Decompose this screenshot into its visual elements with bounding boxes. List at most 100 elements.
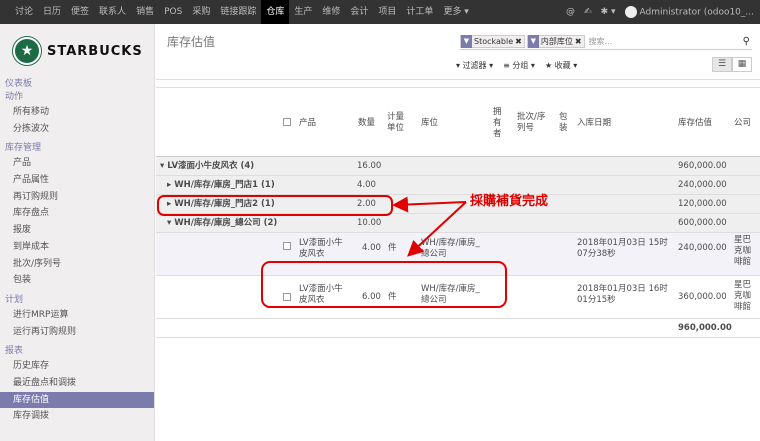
sidebar: ★ STARBUCKS 仪表板 动作 所有移动 分拣波次 库存管理 产品 产品属… (0, 24, 155, 441)
menu-contacts[interactable]: 联系人 (94, 0, 131, 24)
control-panel: 库存估值 ▼ Stockable ✖ ▼ 内部库位 ✖ 搜索... ⚲ ▾ 过滤… (156, 24, 760, 80)
search-input[interactable]: 搜索... (587, 36, 743, 47)
row-in-date: 2018年01月03日 15时 07分38秒 (577, 238, 668, 259)
sidebar-item-scrap[interactable]: 报废 (0, 222, 154, 239)
sidebar-item-product-attributes[interactable]: 产品属性 (0, 172, 154, 189)
group-row-headquarters[interactable]: ▾ WH/库存/庫房_總公司 (2) 10.00 600,000.00 (156, 214, 760, 233)
sidebar-item-stock-history[interactable]: 历史库存 (0, 358, 154, 375)
menu-repair[interactable]: 维修 (317, 0, 345, 24)
sidebar-item-all-moves[interactable]: 所有移动 (0, 104, 154, 121)
list-view-icon[interactable]: ☰ (712, 57, 732, 72)
user-menu[interactable]: Administrator (odoo10_... (624, 6, 755, 18)
group-label: ▸ WH/库存/庫房_門店2 (1) (167, 199, 275, 209)
search-facet-internal-location[interactable]: ▼ 内部库位 ✖ (526, 34, 585, 48)
sidebar-item-lots-serials[interactable]: 批次/序列号 (0, 256, 154, 273)
select-all-checkbox[interactable] (283, 118, 291, 126)
sidebar-item-reorder-rules[interactable]: 再订购规则 (0, 189, 154, 206)
group-by-button[interactable]: ≡ 分组 ▾ (503, 60, 535, 71)
menu-manufacturing[interactable]: 生产 (289, 0, 317, 24)
search-icon[interactable]: ⚲ (743, 36, 752, 47)
menu-discuss[interactable]: 讨论 (10, 0, 38, 24)
main-content: 库存估值 ▼ Stockable ✖ ▼ 内部库位 ✖ 搜索... ⚲ ▾ 过滤… (156, 24, 760, 441)
sidebar-item-run-reorder[interactable]: 运行再订购规则 (0, 324, 154, 341)
col-company[interactable]: 公司 (734, 118, 751, 129)
favorites-button[interactable]: ★ 收藏 ▾ (545, 60, 577, 71)
row-value: 360,000.00 (678, 292, 727, 302)
top-navbar: 讨论 日历 便签 联系人 销售 POS 采购 链接跟踪 仓库 生产 维修 会计 … (0, 0, 760, 24)
col-value[interactable]: 库存估值 (678, 118, 712, 129)
row-location: WH/库存/庫房_ 總公司 (421, 284, 480, 305)
group-row-store2[interactable]: ▸ WH/库存/庫房_門店2 (1) 2.00 120,000.00 (156, 195, 760, 214)
group-row-product[interactable]: ▾ LV漆面小牛皮风衣 (4) 16.00 960,000.00 (156, 157, 760, 176)
menu-pos[interactable]: POS (159, 0, 187, 24)
group-qty: 10.00 (357, 218, 382, 228)
sidebar-section-actions: 动作 (5, 92, 24, 102)
remove-facet-icon[interactable]: ✖ (575, 37, 584, 46)
row-product: LV漆面小牛 皮风衣 (299, 238, 343, 259)
chat-icon[interactable]: ✍ (584, 7, 592, 17)
menu-notes[interactable]: 便签 (66, 0, 94, 24)
group-value: 120,000.00 (678, 199, 727, 209)
group-qty: 16.00 (357, 161, 382, 171)
menu-project[interactable]: 项目 (373, 0, 401, 24)
view-switcher: ☰ ▦ (712, 57, 752, 72)
sidebar-item-stock-moves[interactable]: 库存调拨 (0, 408, 154, 425)
col-in-date[interactable]: 入库日期 (577, 118, 611, 129)
sidebar-item-picking-waves[interactable]: 分拣波次 (0, 121, 154, 138)
filters-button[interactable]: ▾ 过滤器 ▾ (456, 60, 493, 71)
search-options: ▾ 过滤器 ▾ ≡ 分组 ▾ ★ 收藏 ▾ (456, 60, 587, 71)
search-facet-stockable[interactable]: ▼ Stockable ✖ (460, 34, 525, 48)
row-company: 星巴 克咖 啡館 (734, 235, 752, 267)
col-product[interactable]: 产品 (299, 118, 316, 129)
pivot-view-icon[interactable]: ▦ (732, 57, 752, 72)
col-location[interactable]: 库位 (421, 118, 438, 129)
group-qty: 4.00 (357, 180, 376, 190)
sidebar-item-landed-costs[interactable]: 到岸成本 (0, 239, 154, 256)
row-qty: 4.00 (362, 243, 381, 253)
table-row[interactable]: LV漆面小牛 皮风衣 6.00 件 WH/库存/庫房_ 總公司 2018年01月… (156, 276, 760, 319)
row-uom: 件 (388, 292, 397, 302)
group-qty: 2.00 (357, 199, 376, 209)
sidebar-item-stock-valuation[interactable]: 库存估值 (0, 391, 154, 409)
row-checkbox[interactable] (283, 293, 291, 301)
search-bar[interactable]: ▼ Stockable ✖ ▼ 内部库位 ✖ 搜索... ⚲ (460, 33, 752, 50)
col-owner[interactable]: 拥 有 者 (493, 107, 502, 140)
group-value: 960,000.00 (678, 161, 727, 171)
row-company: 星巴 克咖 啡館 (734, 280, 752, 312)
table-row[interactable]: LV漆面小牛 皮风衣 4.00 件 WH/库存/庫房_ 總公司 2018年01月… (156, 233, 760, 276)
row-checkbox[interactable] (283, 242, 291, 250)
menu-inventory[interactable]: 仓库 (261, 0, 290, 24)
menu-timesheet[interactable]: 计工单 (401, 0, 438, 24)
group-row-store1[interactable]: ▸ WH/库存/庫房_門店1 (1) 4.00 240,000.00 (156, 176, 760, 195)
col-lot[interactable]: 批次/序 列号 (517, 112, 545, 134)
menu-sales[interactable]: 销售 (131, 0, 159, 24)
menu-more[interactable]: 更多 ▾ (438, 0, 473, 24)
filter-icon: ▼ (461, 34, 472, 48)
group-value: 600,000.00 (678, 218, 727, 228)
starbucks-siren-icon: ★ (13, 37, 41, 65)
app-menu: 讨论 日历 便签 联系人 销售 POS 采购 链接跟踪 仓库 生产 维修 会计 … (0, 0, 474, 24)
at-icon[interactable]: @ (566, 7, 575, 17)
sidebar-item-products[interactable]: 产品 (0, 155, 154, 172)
menu-calendar[interactable]: 日历 (38, 0, 66, 24)
menu-accounting[interactable]: 会计 (345, 0, 373, 24)
menu-purchase[interactable]: 采购 (187, 0, 215, 24)
bug-icon[interactable]: ✱ ▾ (601, 7, 616, 17)
brand-name: STARBUCKS (47, 43, 143, 59)
row-location: WH/库存/庫房_ 總公司 (421, 238, 480, 259)
col-uom[interactable]: 计量 单位 (387, 112, 404, 134)
valuation-table: 产品 数量 计量 单位 库位 拥 有 者 批次/序 列号 包 装 入库日期 库存… (156, 87, 760, 338)
sidebar-section-dashboard[interactable]: 仪表板 (0, 78, 154, 91)
sidebar-item-inventory-adjustments[interactable]: 库存盘点 (0, 205, 154, 222)
group-label: ▾ LV漆面小牛皮风衣 (4) (160, 161, 255, 171)
col-package[interactable]: 包 装 (559, 112, 568, 134)
menu-link-tracker[interactable]: 链接跟踪 (215, 0, 261, 24)
group-label: ▾ WH/库存/庫房_總公司 (2) (167, 218, 278, 228)
annotation-text: 採購補貨完成 (470, 194, 549, 209)
sidebar-item-recent-moves[interactable]: 最近盘点和调拨 (0, 375, 154, 392)
sidebar-item-packages[interactable]: 包装 (0, 272, 154, 289)
remove-facet-icon[interactable]: ✖ (515, 37, 524, 46)
user-name: Administrator (odoo10_... (639, 7, 755, 18)
sidebar-item-run-mrp[interactable]: 进行MRP运算 (0, 307, 154, 324)
col-quantity[interactable]: 数量 (358, 118, 375, 129)
